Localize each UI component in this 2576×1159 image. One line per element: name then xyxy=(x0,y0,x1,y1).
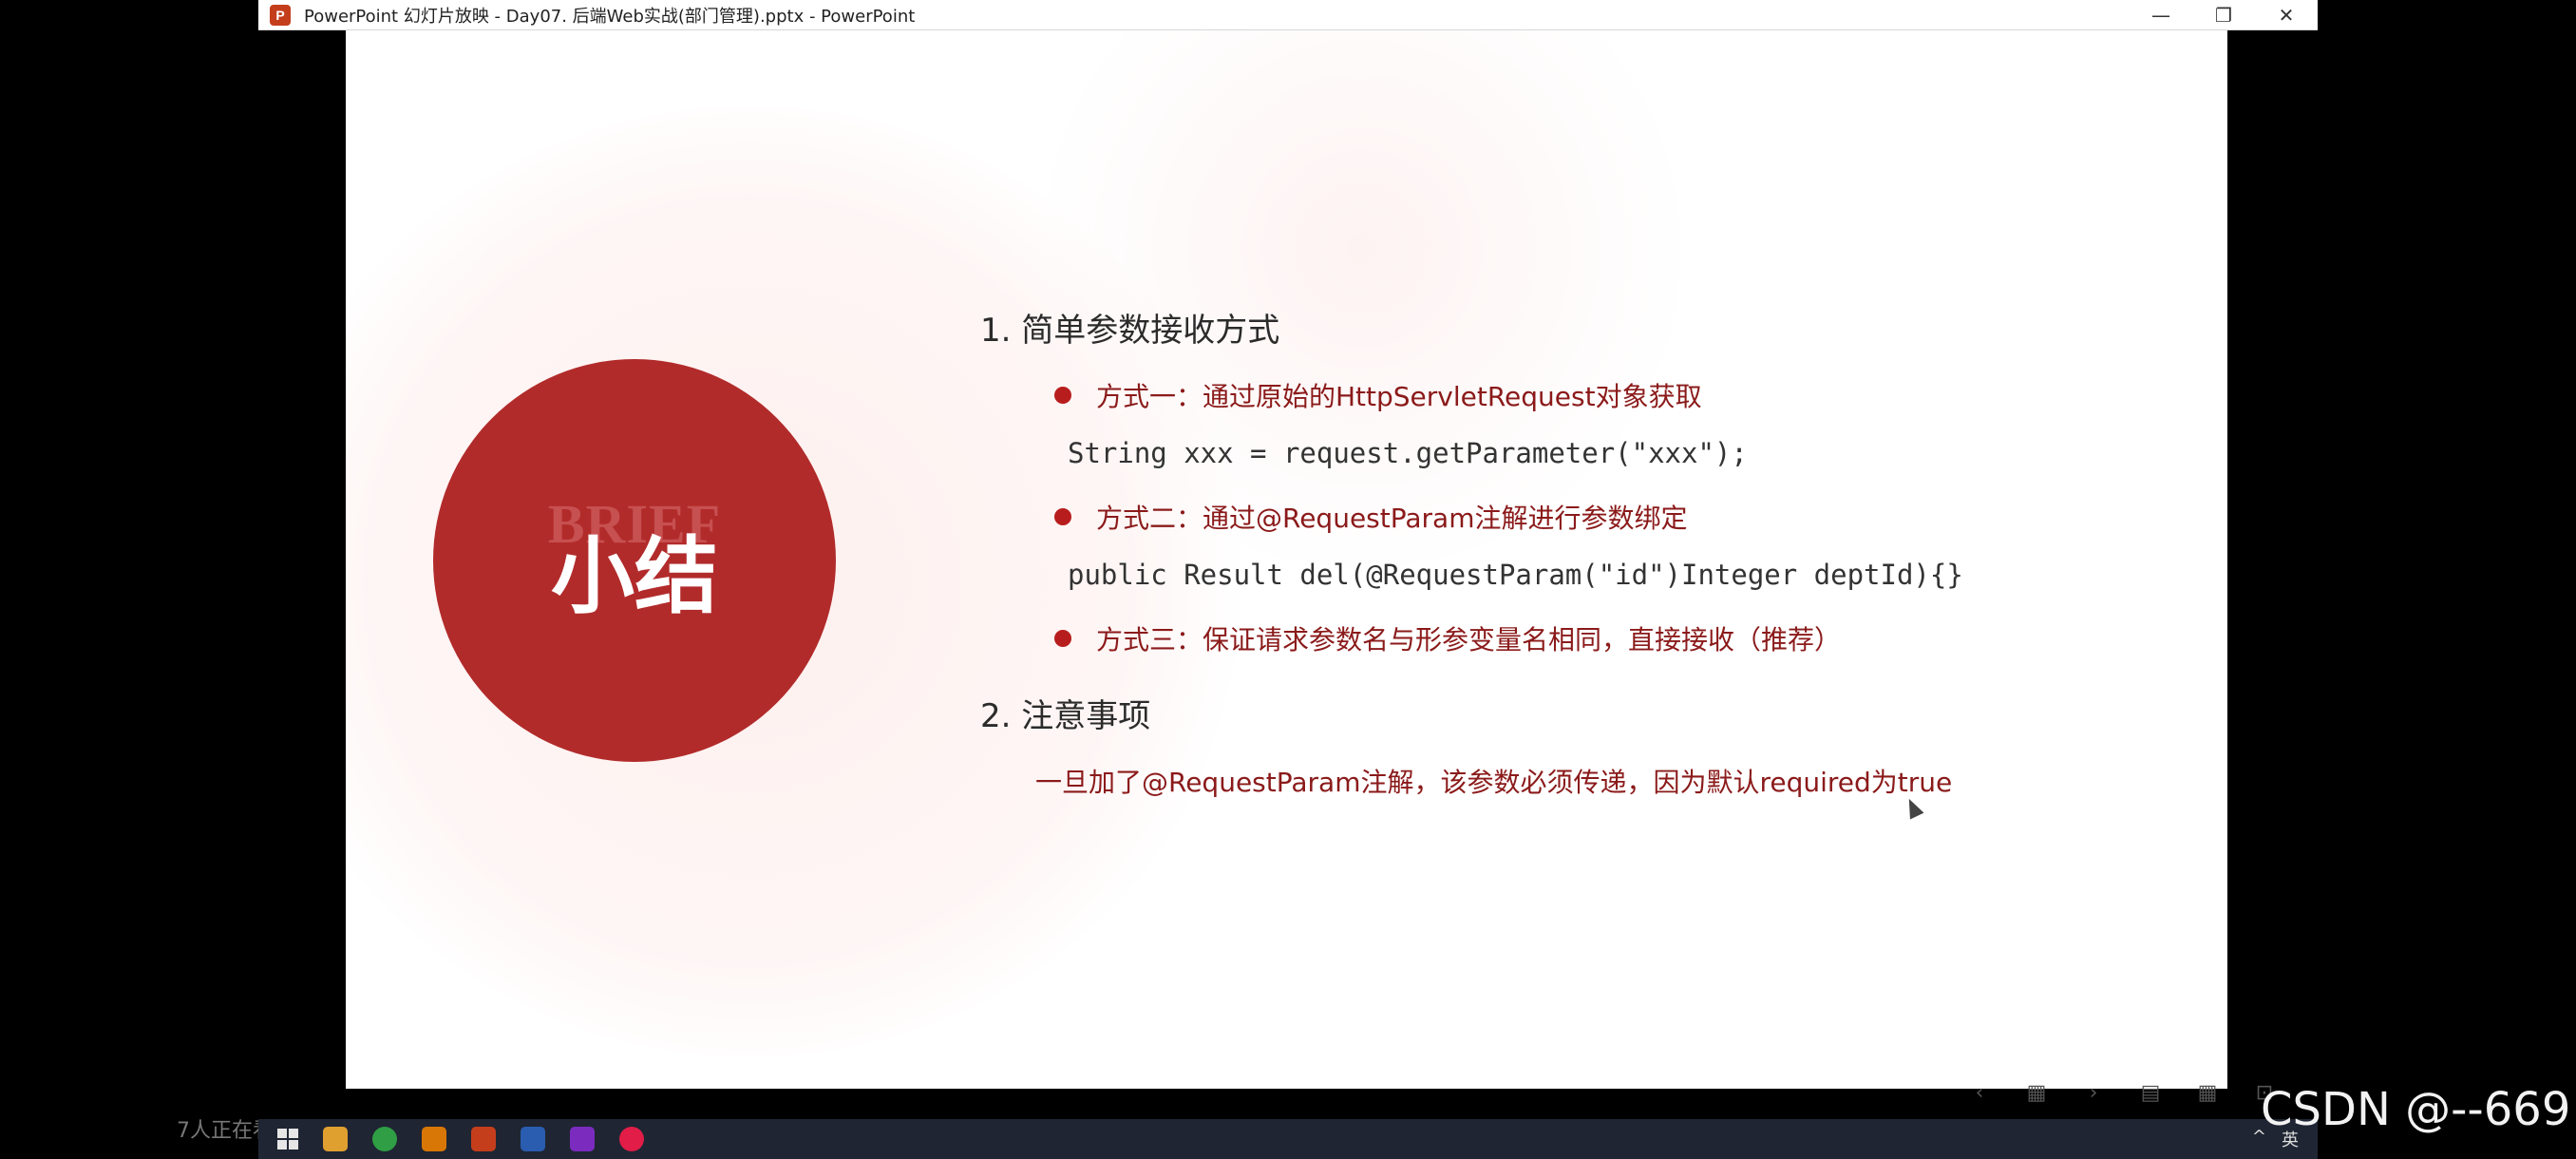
bullet-dot-icon xyxy=(1054,630,1071,647)
bullet-text: 方式二：通过@RequestParam注解进行参数绑定 xyxy=(1096,503,1688,534)
bullet-dot-icon xyxy=(1054,508,1071,525)
intellij-icon[interactable] xyxy=(570,1127,595,1151)
section-heading-2: 2. 注意事项 xyxy=(980,697,1151,735)
powerpoint-icon: P xyxy=(270,4,291,26)
sublime-text-icon[interactable] xyxy=(422,1127,446,1151)
slideshow-controls: ‹ ▦ › ▤ ▦ ⊡ xyxy=(1966,1081,2278,1105)
note-text: 一旦加了@RequestParam注解，该参数必须传递，因为默认required… xyxy=(1035,767,1953,798)
grid-view-button[interactable]: ▦ xyxy=(2194,1081,2221,1105)
code-line-1: String xxx = request.getParameter("xxx")… xyxy=(1068,437,1748,469)
powerpoint-taskbar-icon[interactable] xyxy=(471,1127,496,1151)
bullet-item-2: 方式二：通过@RequestParam注解进行参数绑定 xyxy=(1054,498,1687,536)
close-button[interactable]: ✕ xyxy=(2255,0,2318,29)
bullet-item-1: 方式一：通过原始的HttpServletRequest对象获取 xyxy=(1054,376,1702,414)
window-title-bar: P PowerPoint 幻灯片放映 - Day07. 后端Web实战(部门管理… xyxy=(258,0,2318,30)
bullet-dot-icon xyxy=(1054,387,1071,404)
bullet-item-3: 方式三：保证请求参数名与形参变量名相同，直接接收（推荐） xyxy=(1054,619,1841,657)
next-slide-button[interactable]: › xyxy=(2080,1081,2107,1105)
slide-canvas[interactable]: BRIEF 小结 1. 简单参数接收方式 方式一：通过原始的HttpServle… xyxy=(346,30,2227,1089)
minimize-button[interactable]: — xyxy=(2130,0,2192,29)
windows-start-icon[interactable] xyxy=(277,1129,298,1150)
windows-taskbar: ^ 英 xyxy=(258,1119,2318,1159)
presenter-view-button[interactable]: ▤ xyxy=(2137,1081,2164,1105)
app-icon[interactable] xyxy=(619,1127,644,1151)
section-heading-1: 1. 简单参数接收方式 xyxy=(980,312,1280,350)
chrome-icon[interactable] xyxy=(372,1127,397,1151)
watermark-text: CSDN @--669 xyxy=(2261,1083,2571,1136)
restore-button[interactable]: ❐ xyxy=(2192,0,2255,29)
previous-slide-button[interactable]: ‹ xyxy=(1966,1081,1993,1105)
window-title: PowerPoint 幻灯片放映 - Day07. 后端Web实战(部门管理).… xyxy=(304,6,916,27)
window-controls: — ❐ ✕ xyxy=(2130,0,2318,29)
slide-content: 1. 简单参数接收方式 方式一：通过原始的HttpServletRequest对… xyxy=(346,30,2227,1089)
bullet-text: 方式一：通过原始的HttpServletRequest对象获取 xyxy=(1096,381,1702,412)
code-line-2: public Result del(@RequestParam("id")Int… xyxy=(1068,559,1963,591)
all-slides-button[interactable]: ▦ xyxy=(2023,1081,2050,1105)
bullet-text: 方式三：保证请求参数名与形参变量名相同，直接接收（推荐） xyxy=(1096,624,1842,656)
file-explorer-icon[interactable] xyxy=(323,1127,348,1151)
terminal-icon[interactable] xyxy=(521,1127,545,1151)
